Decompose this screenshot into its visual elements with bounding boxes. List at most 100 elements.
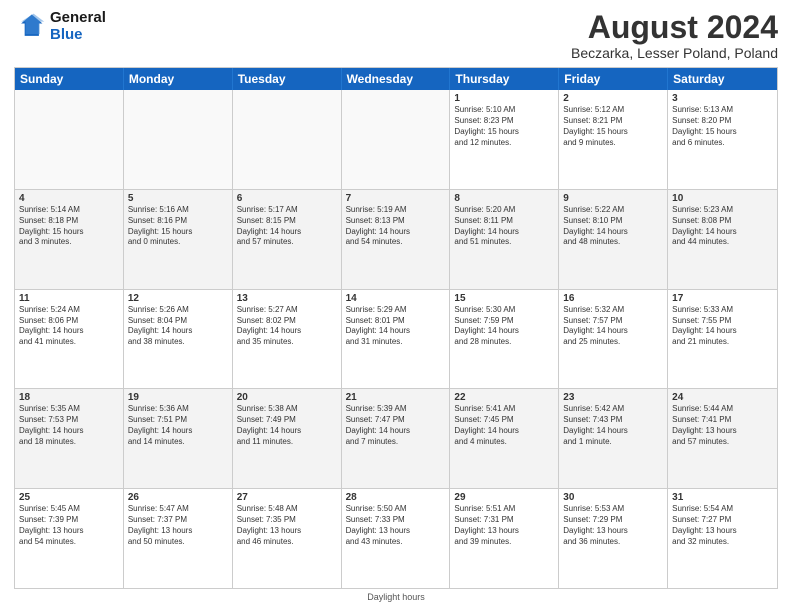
calendar-body: 1Sunrise: 5:10 AM Sunset: 8:23 PM Daylig… — [15, 90, 777, 588]
calendar-day-header: Tuesday — [233, 68, 342, 90]
calendar-cell: 3Sunrise: 5:13 AM Sunset: 8:20 PM Daylig… — [668, 90, 777, 189]
logo-text: General Blue — [50, 10, 106, 43]
calendar-cell: 25Sunrise: 5:45 AM Sunset: 7:39 PM Dayli… — [15, 489, 124, 588]
day-info: Sunrise: 5:51 AM Sunset: 7:31 PM Dayligh… — [454, 504, 554, 547]
calendar-cell: 4Sunrise: 5:14 AM Sunset: 8:18 PM Daylig… — [15, 190, 124, 289]
day-number: 11 — [19, 293, 119, 304]
calendar-cell: 23Sunrise: 5:42 AM Sunset: 7:43 PM Dayli… — [559, 389, 668, 488]
day-info: Sunrise: 5:12 AM Sunset: 8:21 PM Dayligh… — [563, 105, 663, 148]
calendar-cell: 9Sunrise: 5:22 AM Sunset: 8:10 PM Daylig… — [559, 190, 668, 289]
day-info: Sunrise: 5:54 AM Sunset: 7:27 PM Dayligh… — [672, 504, 773, 547]
calendar-cell: 21Sunrise: 5:39 AM Sunset: 7:47 PM Dayli… — [342, 389, 451, 488]
calendar-cell — [342, 90, 451, 189]
calendar-cell: 13Sunrise: 5:27 AM Sunset: 8:02 PM Dayli… — [233, 290, 342, 389]
day-info: Sunrise: 5:35 AM Sunset: 7:53 PM Dayligh… — [19, 404, 119, 447]
calendar-cell: 10Sunrise: 5:23 AM Sunset: 8:08 PM Dayli… — [668, 190, 777, 289]
logo-line1: General — [50, 9, 106, 26]
day-number: 3 — [672, 93, 773, 104]
calendar-cell: 15Sunrise: 5:30 AM Sunset: 7:59 PM Dayli… — [450, 290, 559, 389]
day-number: 24 — [672, 392, 773, 403]
day-info: Sunrise: 5:14 AM Sunset: 8:18 PM Dayligh… — [19, 205, 119, 248]
calendar-cell: 24Sunrise: 5:44 AM Sunset: 7:41 PM Dayli… — [668, 389, 777, 488]
day-info: Sunrise: 5:36 AM Sunset: 7:51 PM Dayligh… — [128, 404, 228, 447]
day-info: Sunrise: 5:45 AM Sunset: 7:39 PM Dayligh… — [19, 504, 119, 547]
day-number: 21 — [346, 392, 446, 403]
title-block: August 2024 Beczarka, Lesser Poland, Pol… — [571, 10, 778, 61]
day-number: 22 — [454, 392, 554, 403]
logo-line2: Blue — [50, 26, 83, 43]
calendar-week-row: 18Sunrise: 5:35 AM Sunset: 7:53 PM Dayli… — [15, 389, 777, 489]
header: General Blue August 2024 Beczarka, Lesse… — [14, 10, 778, 61]
calendar-day-header: Friday — [559, 68, 668, 90]
calendar-cell: 28Sunrise: 5:50 AM Sunset: 7:33 PM Dayli… — [342, 489, 451, 588]
day-number: 31 — [672, 492, 773, 503]
day-info: Sunrise: 5:50 AM Sunset: 7:33 PM Dayligh… — [346, 504, 446, 547]
day-number: 2 — [563, 93, 663, 104]
calendar-cell: 22Sunrise: 5:41 AM Sunset: 7:45 PM Dayli… — [450, 389, 559, 488]
calendar-day-header: Wednesday — [342, 68, 451, 90]
day-info: Sunrise: 5:47 AM Sunset: 7:37 PM Dayligh… — [128, 504, 228, 547]
day-number: 30 — [563, 492, 663, 503]
calendar-day-header: Thursday — [450, 68, 559, 90]
calendar-cell — [15, 90, 124, 189]
day-info: Sunrise: 5:42 AM Sunset: 7:43 PM Dayligh… — [563, 404, 663, 447]
calendar-day-header: Monday — [124, 68, 233, 90]
calendar-cell: 12Sunrise: 5:26 AM Sunset: 8:04 PM Dayli… — [124, 290, 233, 389]
calendar: SundayMondayTuesdayWednesdayThursdayFrid… — [14, 67, 778, 589]
day-number: 25 — [19, 492, 119, 503]
day-info: Sunrise: 5:26 AM Sunset: 8:04 PM Dayligh… — [128, 305, 228, 348]
calendar-cell — [124, 90, 233, 189]
calendar-week-row: 11Sunrise: 5:24 AM Sunset: 8:06 PM Dayli… — [15, 290, 777, 390]
day-number: 5 — [128, 193, 228, 204]
day-number: 18 — [19, 392, 119, 403]
day-number: 23 — [563, 392, 663, 403]
day-info: Sunrise: 5:29 AM Sunset: 8:01 PM Dayligh… — [346, 305, 446, 348]
day-info: Sunrise: 5:10 AM Sunset: 8:23 PM Dayligh… — [454, 105, 554, 148]
calendar-cell: 11Sunrise: 5:24 AM Sunset: 8:06 PM Dayli… — [15, 290, 124, 389]
month-title: August 2024 — [571, 10, 778, 45]
day-info: Sunrise: 5:33 AM Sunset: 7:55 PM Dayligh… — [672, 305, 773, 348]
calendar-week-row: 4Sunrise: 5:14 AM Sunset: 8:18 PM Daylig… — [15, 190, 777, 290]
calendar-cell: 27Sunrise: 5:48 AM Sunset: 7:35 PM Dayli… — [233, 489, 342, 588]
daylight-label: Daylight hours — [367, 592, 425, 602]
calendar-cell: 6Sunrise: 5:17 AM Sunset: 8:15 PM Daylig… — [233, 190, 342, 289]
calendar-week-row: 25Sunrise: 5:45 AM Sunset: 7:39 PM Dayli… — [15, 489, 777, 588]
calendar-cell: 29Sunrise: 5:51 AM Sunset: 7:31 PM Dayli… — [450, 489, 559, 588]
day-info: Sunrise: 5:24 AM Sunset: 8:06 PM Dayligh… — [19, 305, 119, 348]
day-number: 9 — [563, 193, 663, 204]
calendar-cell: 2Sunrise: 5:12 AM Sunset: 8:21 PM Daylig… — [559, 90, 668, 189]
day-number: 15 — [454, 293, 554, 304]
day-info: Sunrise: 5:22 AM Sunset: 8:10 PM Dayligh… — [563, 205, 663, 248]
location-subtitle: Beczarka, Lesser Poland, Poland — [571, 45, 778, 61]
day-number: 10 — [672, 193, 773, 204]
calendar-cell: 17Sunrise: 5:33 AM Sunset: 7:55 PM Dayli… — [668, 290, 777, 389]
footer-note: Daylight hours — [14, 592, 778, 602]
calendar-day-header: Saturday — [668, 68, 777, 90]
day-info: Sunrise: 5:27 AM Sunset: 8:02 PM Dayligh… — [237, 305, 337, 348]
calendar-cell: 1Sunrise: 5:10 AM Sunset: 8:23 PM Daylig… — [450, 90, 559, 189]
day-number: 6 — [237, 193, 337, 204]
calendar-header-row: SundayMondayTuesdayWednesdayThursdayFrid… — [15, 68, 777, 90]
calendar-week-row: 1Sunrise: 5:10 AM Sunset: 8:23 PM Daylig… — [15, 90, 777, 190]
day-info: Sunrise: 5:41 AM Sunset: 7:45 PM Dayligh… — [454, 404, 554, 447]
calendar-cell: 16Sunrise: 5:32 AM Sunset: 7:57 PM Dayli… — [559, 290, 668, 389]
day-number: 12 — [128, 293, 228, 304]
day-number: 13 — [237, 293, 337, 304]
calendar-cell: 20Sunrise: 5:38 AM Sunset: 7:49 PM Dayli… — [233, 389, 342, 488]
day-number: 14 — [346, 293, 446, 304]
day-number: 17 — [672, 293, 773, 304]
calendar-day-header: Sunday — [15, 68, 124, 90]
day-number: 28 — [346, 492, 446, 503]
day-info: Sunrise: 5:17 AM Sunset: 8:15 PM Dayligh… — [237, 205, 337, 248]
page: General Blue August 2024 Beczarka, Lesse… — [0, 0, 792, 612]
calendar-cell: 30Sunrise: 5:53 AM Sunset: 7:29 PM Dayli… — [559, 489, 668, 588]
day-info: Sunrise: 5:44 AM Sunset: 7:41 PM Dayligh… — [672, 404, 773, 447]
day-info: Sunrise: 5:20 AM Sunset: 8:11 PM Dayligh… — [454, 205, 554, 248]
day-number: 16 — [563, 293, 663, 304]
day-number: 8 — [454, 193, 554, 204]
day-info: Sunrise: 5:30 AM Sunset: 7:59 PM Dayligh… — [454, 305, 554, 348]
day-number: 26 — [128, 492, 228, 503]
calendar-cell: 31Sunrise: 5:54 AM Sunset: 7:27 PM Dayli… — [668, 489, 777, 588]
day-info: Sunrise: 5:19 AM Sunset: 8:13 PM Dayligh… — [346, 205, 446, 248]
calendar-cell: 19Sunrise: 5:36 AM Sunset: 7:51 PM Dayli… — [124, 389, 233, 488]
